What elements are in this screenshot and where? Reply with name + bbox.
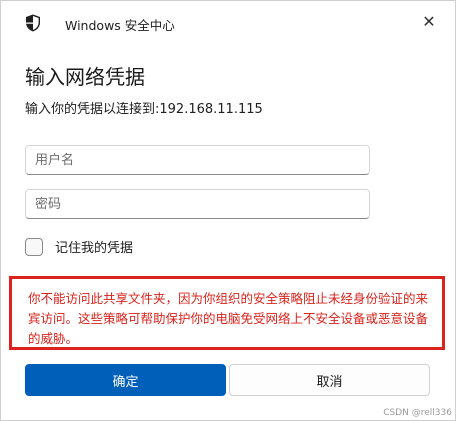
- close-icon: ✕: [422, 11, 436, 31]
- credential-dialog: Windows 安全中心 ✕ 输入网络凭据 输入你的凭据以连接到:192.168…: [0, 0, 456, 421]
- username-field[interactable]: [25, 145, 370, 175]
- ok-button[interactable]: 确定: [25, 364, 226, 396]
- warning-message: 你不能访问此共享文件夹，因为你组织的安全策略阻止未经身份验证的来宾访问。这些策略…: [28, 291, 429, 346]
- close-button[interactable]: ✕: [413, 7, 445, 35]
- cancel-button[interactable]: 取消: [229, 364, 430, 396]
- dialog-heading: 输入网络凭据: [25, 65, 145, 89]
- remember-credentials[interactable]: 记住我的凭据: [25, 237, 133, 256]
- remember-label: 记住我的凭据: [55, 241, 134, 256]
- window-title: Windows 安全中心: [65, 18, 175, 33]
- dialog-subtitle: 输入你的凭据以连接到:192.168.11.115: [25, 102, 263, 117]
- title-bar: Windows 安全中心 ✕: [1, 1, 455, 45]
- watermark: CSDN @rell336: [383, 408, 452, 418]
- warning-highlight-box: 你不能访问此共享文件夹，因为你组织的安全策略阻止未经身份验证的来宾访问。这些策略…: [9, 276, 445, 350]
- remember-checkbox[interactable]: [25, 237, 43, 256]
- shield-icon: [25, 14, 41, 32]
- password-field[interactable]: [25, 189, 370, 219]
